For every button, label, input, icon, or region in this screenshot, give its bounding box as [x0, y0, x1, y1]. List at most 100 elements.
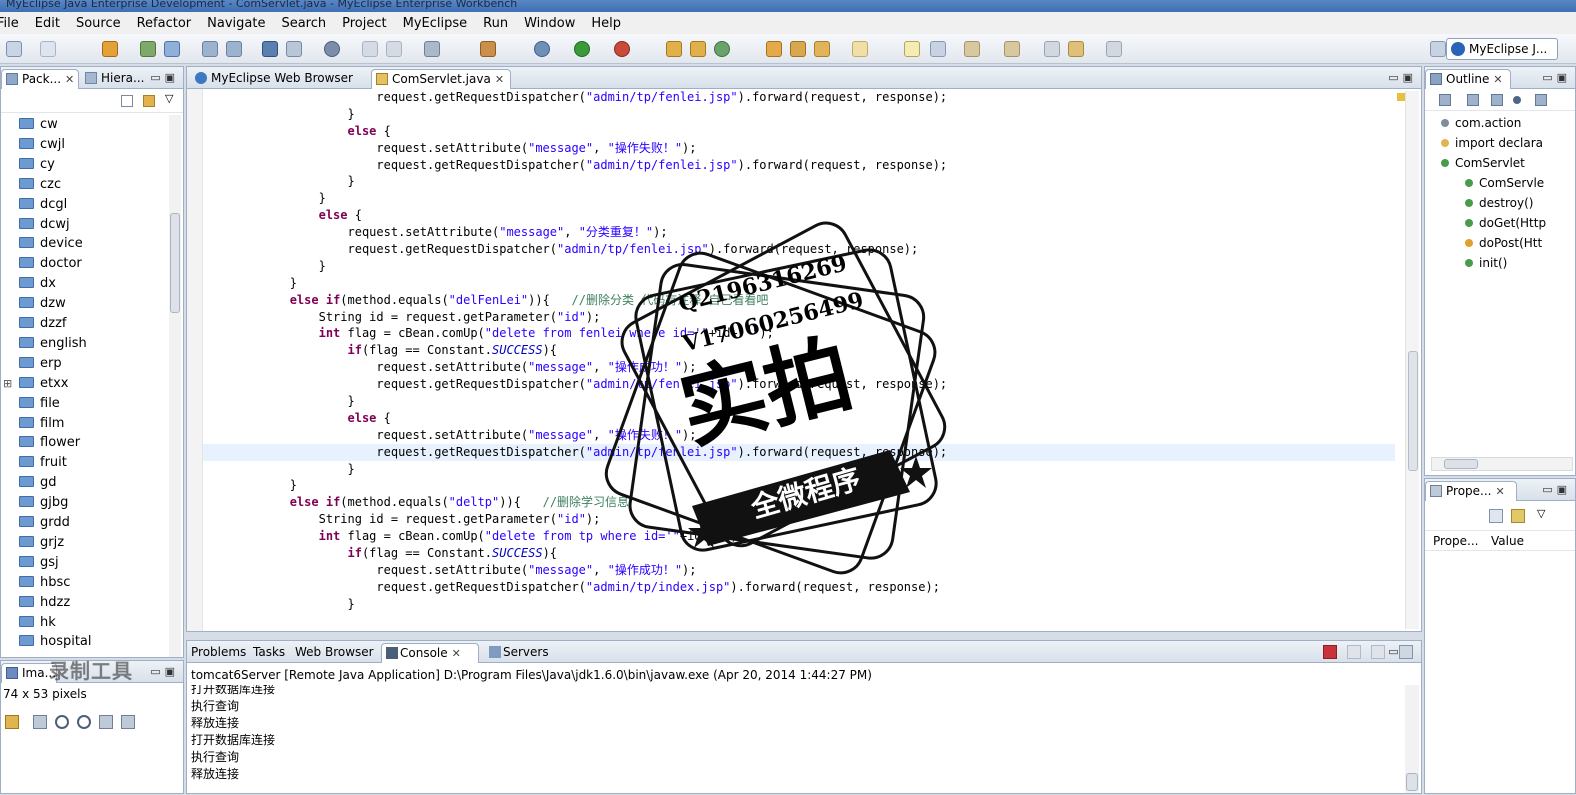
- code-line[interactable]: request.setAttribute("message", "分类重复！")…: [203, 224, 1395, 241]
- external-tools-icon[interactable]: [614, 41, 630, 57]
- tree-folder-item[interactable]: hdzz: [19, 593, 70, 613]
- tab-web-browser[interactable]: MyEclipse Web Browser: [191, 69, 363, 89]
- view-minmax-icon[interactable]: ▭▣: [1542, 71, 1571, 84]
- categories-icon[interactable]: [1489, 509, 1503, 523]
- console-output[interactable]: 打开数据库连接 执行查询 释放连接 打开数据库连接 执行查询 释放连接: [187, 685, 1387, 795]
- hide-static-icon[interactable]: [1491, 94, 1503, 106]
- view-menu-icon[interactable]: ▽: [165, 92, 173, 105]
- outline-hscrollbar[interactable]: [1431, 457, 1573, 471]
- code-line[interactable]: }: [203, 106, 1395, 123]
- outline-item[interactable]: init(): [1465, 253, 1507, 273]
- tree-folder-item[interactable]: etxx ⊞: [3, 374, 68, 394]
- tree-folder-item[interactable]: hk: [19, 613, 56, 633]
- nav-forward-icon[interactable]: [386, 41, 402, 57]
- editor-scrollbar[interactable]: [1405, 91, 1419, 629]
- value-column-header[interactable]: Value: [1491, 534, 1524, 548]
- image-open-icon[interactable]: [5, 715, 19, 729]
- tree-folder-item[interactable]: dzzf: [19, 314, 66, 334]
- tree-folder-item[interactable]: gd: [19, 473, 57, 493]
- scroll-thumb[interactable]: [170, 213, 180, 313]
- code-line[interactable]: request.setAttribute("message", "操作失败！")…: [203, 427, 1395, 444]
- tree-folder-item[interactable]: cy: [19, 155, 55, 175]
- code-line[interactable]: }: [203, 258, 1395, 275]
- deploy-icon[interactable]: [102, 41, 118, 57]
- code-line[interactable]: }: [203, 190, 1395, 207]
- server-icon[interactable]: [140, 41, 156, 57]
- nav-back-icon[interactable]: [362, 41, 378, 57]
- outline-item[interactable]: ComServle: [1465, 173, 1544, 193]
- tab-hierarchy[interactable]: Hiera...: [81, 69, 144, 89]
- tree-folder-item[interactable]: gjbg: [19, 493, 68, 513]
- code-line[interactable]: int flag = cBean.comUp("delete from fenl…: [203, 325, 1395, 342]
- code-line[interactable]: }: [203, 596, 1395, 613]
- save-icon[interactable]: [40, 41, 56, 57]
- wizard-icon[interactable]: [202, 41, 218, 57]
- zoom-fit-icon[interactable]: [33, 715, 47, 729]
- tab-properties[interactable]: Prope... ✕: [1425, 481, 1517, 501]
- close-icon[interactable]: ✕: [65, 73, 74, 86]
- wizard2-icon[interactable]: [226, 41, 242, 57]
- zoom-out-icon[interactable]: [55, 715, 69, 729]
- tree-folder-item[interactable]: dx: [19, 274, 56, 294]
- tab-tasks[interactable]: Tasks: [249, 643, 289, 663]
- menu-item-file[interactable]: File: [0, 16, 27, 31]
- code-line[interactable]: request.setAttribute("message", "操作成功！")…: [203, 562, 1395, 579]
- perspective-button[interactable]: MyEclipse J...: [1446, 38, 1558, 60]
- code-line[interactable]: String id = request.getParameter("id");: [203, 309, 1395, 326]
- terminate-icon[interactable]: [1323, 645, 1337, 659]
- menu-item-navigate[interactable]: Navigate: [199, 16, 273, 31]
- tree-folder-item[interactable]: cw: [19, 115, 58, 135]
- code-line[interactable]: else {: [203, 207, 1395, 224]
- tab-console[interactable]: Console ✕: [381, 643, 479, 663]
- zoom-actual-icon[interactable]: [121, 715, 135, 729]
- tree-folder-item[interactable]: file: [19, 394, 60, 414]
- tree-folder-item[interactable]: fruit: [19, 453, 67, 473]
- refresh-icon[interactable]: [714, 41, 730, 57]
- code-line[interactable]: else {: [203, 123, 1395, 140]
- code-line[interactable]: String id = request.getParameter("id");: [203, 511, 1395, 528]
- code-line[interactable]: }: [203, 173, 1395, 190]
- menu-item-project[interactable]: Project: [334, 16, 394, 31]
- back-icon[interactable]: [1068, 41, 1084, 57]
- close-icon[interactable]: ✕: [452, 647, 461, 660]
- tree-folder-item[interactable]: flower: [19, 433, 80, 453]
- close-icon[interactable]: ✕: [495, 73, 504, 86]
- print-icon[interactable]: [424, 41, 440, 57]
- code-line[interactable]: if(flag == Constant.SUCCESS){: [203, 545, 1395, 562]
- globe-icon[interactable]: [324, 41, 340, 57]
- sort-icon[interactable]: [1439, 94, 1451, 106]
- tree-folder-item[interactable]: erp: [19, 354, 62, 374]
- close-icon[interactable]: ✕: [1495, 485, 1504, 498]
- open-perspective-icon[interactable]: [1430, 41, 1446, 57]
- remove-all-icon[interactable]: [1371, 645, 1385, 659]
- remove-launch-icon[interactable]: [1347, 645, 1361, 659]
- menu-item-search[interactable]: Search: [273, 16, 334, 31]
- code-line[interactable]: request.getRequestDispatcher("admin/tp/f…: [203, 443, 1395, 461]
- last-edit-icon[interactable]: [1044, 41, 1060, 57]
- outline-item[interactable]: com.action: [1441, 113, 1521, 133]
- task-icon[interactable]: [790, 41, 806, 57]
- code-line[interactable]: }: [203, 393, 1395, 410]
- tree-folder-item[interactable]: device: [19, 234, 83, 254]
- mark-occurrences-icon[interactable]: [904, 41, 920, 57]
- menu-item-edit[interactable]: Edit: [27, 16, 68, 31]
- menu-item-window[interactable]: Window: [516, 16, 583, 31]
- package-icon[interactable]: [480, 41, 496, 57]
- menu-item-refactor[interactable]: Refactor: [129, 16, 200, 31]
- tab-web-browser[interactable]: Web Browser: [291, 643, 379, 663]
- zoom-in-icon[interactable]: [77, 715, 91, 729]
- tree-folder-item[interactable]: film: [19, 414, 64, 434]
- tree-folder-item[interactable]: grdd: [19, 513, 70, 533]
- hide-local-icon[interactable]: [1535, 94, 1547, 106]
- code-line[interactable]: request.getRequestDispatcher("admin/tp/f…: [203, 157, 1395, 174]
- code-line[interactable]: request.getRequestDispatcher("admin/tp/f…: [203, 241, 1395, 258]
- console-scrollbar[interactable]: [1405, 685, 1419, 793]
- tab-comservlet[interactable]: ComServlet.java ✕: [371, 69, 511, 89]
- menu-item-myeclipse[interactable]: MyEclipse: [395, 16, 476, 31]
- run-icon[interactable]: [574, 41, 590, 57]
- view-minmax-icon[interactable]: ▭▣: [150, 71, 179, 84]
- open-resource-icon[interactable]: [286, 41, 302, 57]
- search-toolbar-icon[interactable]: [852, 41, 868, 57]
- code-line[interactable]: }: [203, 461, 1395, 478]
- tree-folder-item[interactable]: czc: [19, 175, 61, 195]
